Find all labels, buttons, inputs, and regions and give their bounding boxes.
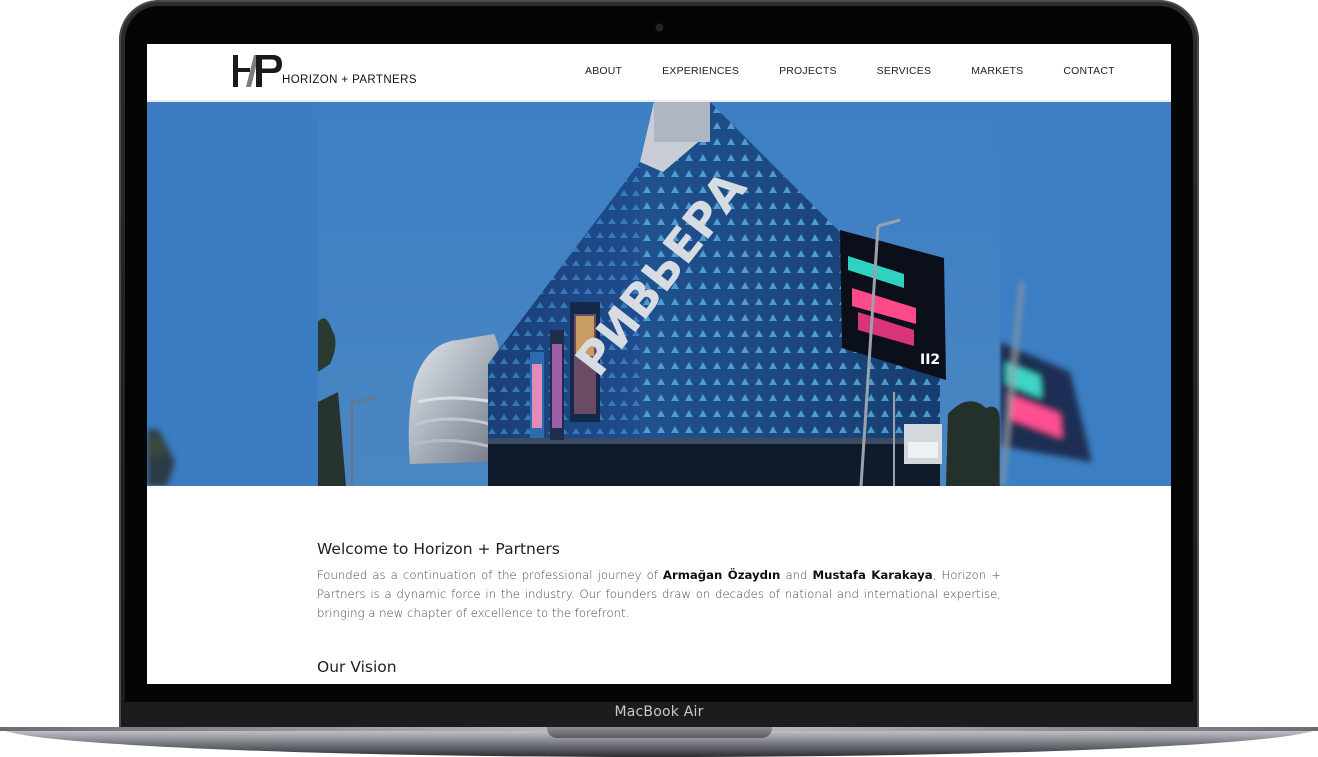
nav-item-experiences[interactable]: EXPERIENCES — [662, 65, 739, 77]
mockup-stage: MacBook Air HORIZON + PARTNERS ABOUT EXP… — [0, 0, 1318, 757]
nav-item-projects[interactable]: PROJECTS — [779, 65, 837, 77]
logo-link[interactable]: HORIZON + PARTNERS — [232, 53, 417, 89]
welcome-text-and: and — [780, 568, 813, 582]
site-header: HORIZON + PARTNERS ABOUT EXPERIENCES PRO… — [147, 44, 1171, 102]
nav-item-contact[interactable]: CONTACT — [1063, 65, 1114, 77]
nav-item-about[interactable]: ABOUT — [585, 65, 622, 77]
vision-title: Our Vision — [317, 658, 397, 676]
founder-name-1: Armağan Özaydın — [662, 568, 781, 582]
hero-building-image: РИВЬЕРА II2 — [318, 102, 1000, 486]
welcome-text-before: Founded as a continuation of the profess… — [317, 568, 663, 582]
website-screen: HORIZON + PARTNERS ABOUT EXPERIENCES PRO… — [147, 44, 1171, 684]
camera-icon — [656, 24, 663, 31]
device-label: MacBook Air — [614, 704, 704, 720]
hp-logo-icon — [233, 55, 282, 87]
hero-prev-slide-preview[interactable] — [147, 102, 318, 486]
content-section: Welcome to Horizon + Partners Founded as… — [317, 540, 1001, 676]
founder-name-2: Mustafa Karakaya — [812, 568, 933, 582]
welcome-paragraph: Founded as a continuation of the profess… — [317, 566, 1001, 623]
hero-slider: РИВЬЕРА II2 — [147, 102, 1171, 486]
nav-item-services[interactable]: SERVICES — [877, 65, 932, 77]
main-nav: ABOUT EXPERIENCES PROJECTS SERVICES MARK… — [585, 61, 1115, 81]
hero-next-slide-preview[interactable] — [1000, 102, 1171, 486]
svg-text:II2: II2 — [920, 352, 940, 368]
logo-text: HORIZON + PARTNERS — [282, 74, 417, 86]
laptop-opening-notch — [547, 727, 772, 738]
nav-item-markets[interactable]: MARKETS — [971, 65, 1023, 77]
welcome-title: Welcome to Horizon + Partners — [317, 540, 560, 558]
